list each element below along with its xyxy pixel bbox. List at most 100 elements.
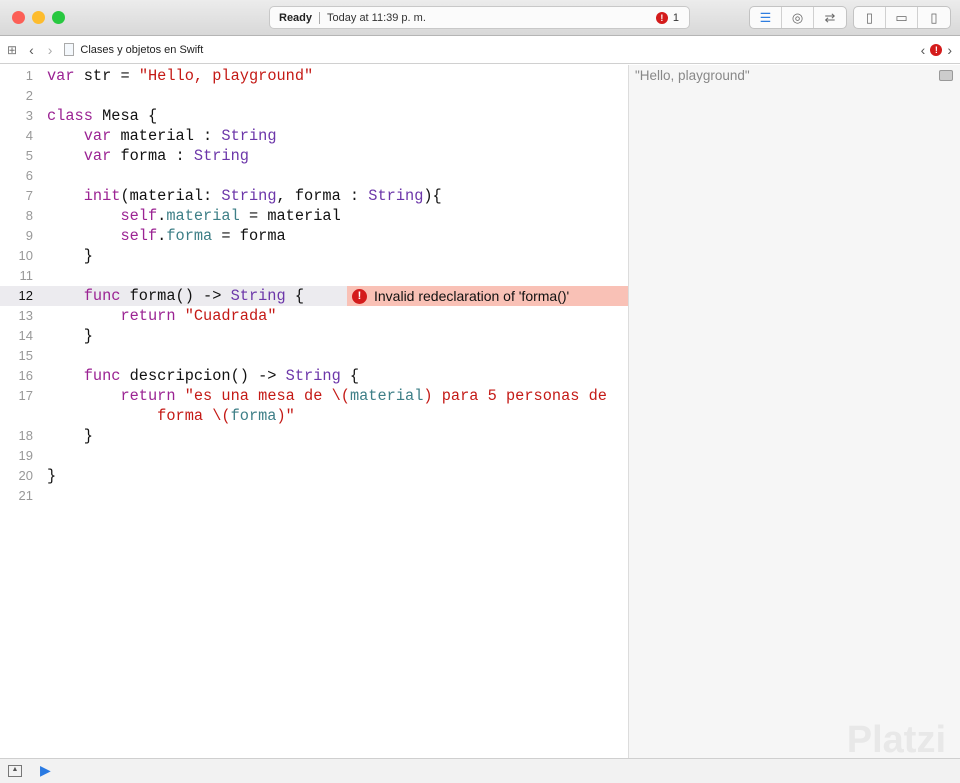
line-number: 20 — [18, 468, 33, 483]
assistant-editor-icon[interactable]: ◎ — [782, 7, 814, 28]
error-count: 1 — [672, 11, 679, 24]
code-line[interactable]: 6 — [0, 166, 628, 186]
code-token: . — [157, 227, 167, 245]
quick-look-icon[interactable] — [939, 70, 953, 81]
code-token: forma \( — [47, 407, 231, 425]
code-line[interactable]: 3 class Mesa { — [0, 106, 628, 126]
code-line[interactable]: 17 return "es una mesa de \(material) pa… — [0, 386, 628, 406]
code-token: String — [221, 127, 277, 145]
line-number: 11 — [19, 268, 34, 283]
code-line[interactable]: 10 } — [0, 246, 628, 266]
zoom-button[interactable] — [52, 11, 65, 24]
code-token: descripcion() -> — [120, 367, 286, 385]
line-number: 19 — [18, 448, 33, 463]
code-line[interactable]: 13 return "Cuadrada" — [0, 306, 628, 326]
error-icon: ! — [655, 11, 668, 24]
code-line[interactable]: 15 — [0, 346, 628, 366]
results-sidebar: "Hello, playground" Platzi — [628, 65, 960, 761]
code-token: String — [368, 187, 424, 205]
code-token: { — [340, 367, 360, 385]
breadcrumb-file[interactable]: Clases y objetos en Swift — [80, 44, 203, 56]
related-items-icon[interactable]: ⊞ — [7, 43, 17, 57]
code-token: } — [47, 427, 93, 445]
code-line[interactable]: 21 — [0, 486, 628, 506]
code-token: material — [349, 387, 424, 405]
code-line[interactable]: 18 } — [0, 426, 628, 446]
standard-editor-icon[interactable]: ☰ — [750, 7, 782, 28]
code-token: str = — [74, 67, 139, 85]
code-line[interactable]: 16 func descripcion() -> String { — [0, 366, 628, 386]
code-token: String — [285, 367, 341, 385]
line-number: 4 — [25, 128, 33, 143]
code-token: var — [83, 127, 112, 145]
navigator-toggle-icon[interactable]: ▯ — [854, 7, 886, 28]
code-line[interactable]: 20} — [0, 466, 628, 486]
line-number: 6 — [25, 168, 33, 183]
line-number: 15 — [18, 348, 33, 363]
code-token: (material: — [120, 187, 222, 205]
error-indicator[interactable]: ! 1 — [655, 11, 679, 24]
code-token: return — [120, 307, 176, 325]
code-line[interactable]: 1 var str = "Hello, playground" — [0, 66, 628, 86]
code-token: forma — [166, 227, 213, 245]
next-issue-icon[interactable]: › — [947, 42, 952, 58]
prev-issue-icon[interactable]: ‹ — [921, 42, 926, 58]
utilities-toggle-icon[interactable]: ▯ — [918, 7, 950, 28]
code-token: ){ — [423, 187, 442, 205]
debug-area-icon[interactable]: ▲ — [8, 765, 22, 777]
issue-badge[interactable]: ! — [930, 43, 943, 56]
line-number: 3 — [25, 108, 33, 123]
code-line[interactable]: 4 var material : String — [0, 126, 628, 146]
back-icon[interactable]: ‹ — [29, 42, 34, 58]
code-line[interactable]: 2 — [0, 86, 628, 106]
close-button[interactable] — [12, 11, 25, 24]
code-token: } — [47, 327, 93, 345]
code-token: String — [230, 287, 286, 305]
code-line[interactable]: 5 var forma : String — [0, 146, 628, 166]
code-token: forma — [230, 407, 277, 425]
code-token: forma : — [111, 147, 194, 165]
line-number: 7 — [25, 188, 33, 203]
code-token: . — [157, 207, 167, 225]
debug-area-toggle-icon[interactable]: ▭ — [886, 7, 918, 28]
version-editor-icon[interactable]: ⇄ — [814, 7, 846, 28]
code-token: } — [47, 467, 57, 485]
forward-icon[interactable]: › — [48, 42, 53, 58]
code-line[interactable]: 14 } — [0, 326, 628, 346]
code-token: = material — [239, 207, 341, 225]
code-editor[interactable]: 1 var str = "Hello, playground" 2 3 class Me… — [0, 65, 628, 758]
code-line[interactable]: 11 — [0, 266, 628, 286]
code-line[interactable]: 12 func forma() -> String {! Invalid rede… — [0, 286, 628, 306]
jump-bar: ⊞ ‹ › Clases y objetos en Swift ‹ ! › — [0, 36, 960, 64]
code-token: material : — [111, 127, 222, 145]
minimize-button[interactable] — [32, 11, 45, 24]
code-line[interactable]: 8 self.material = material — [0, 206, 628, 226]
line-number: 1 — [25, 68, 33, 83]
code-token: var — [83, 147, 112, 165]
code-token: = forma — [212, 227, 286, 245]
code-token: self — [120, 207, 158, 225]
code-token: )" — [276, 407, 295, 425]
line-number: 21 — [18, 488, 33, 503]
run-icon[interactable]: ▶ — [40, 762, 51, 779]
activity-status: Ready Today at 11:39 p. m. ! 1 — [269, 6, 690, 29]
error-annotation[interactable]: ! Invalid redeclaration of 'forma()' — [347, 286, 628, 306]
code-line[interactable]: 7 init(material: String, forma : String)… — [0, 186, 628, 206]
status-timestamp: Today at 11:39 p. m. — [327, 11, 426, 24]
code-token: self — [120, 227, 158, 245]
code-line[interactable]: forma \(forma)" — [0, 406, 628, 426]
code-token: , forma : — [276, 187, 369, 205]
code-line[interactable]: 19 — [0, 446, 628, 466]
error-message: Invalid redeclaration of 'forma()' — [374, 288, 570, 304]
line-number: 18 — [18, 428, 33, 443]
code-line[interactable]: 9 self.forma = forma — [0, 226, 628, 246]
swift-file-icon — [64, 43, 75, 56]
code-token: material — [166, 207, 240, 225]
